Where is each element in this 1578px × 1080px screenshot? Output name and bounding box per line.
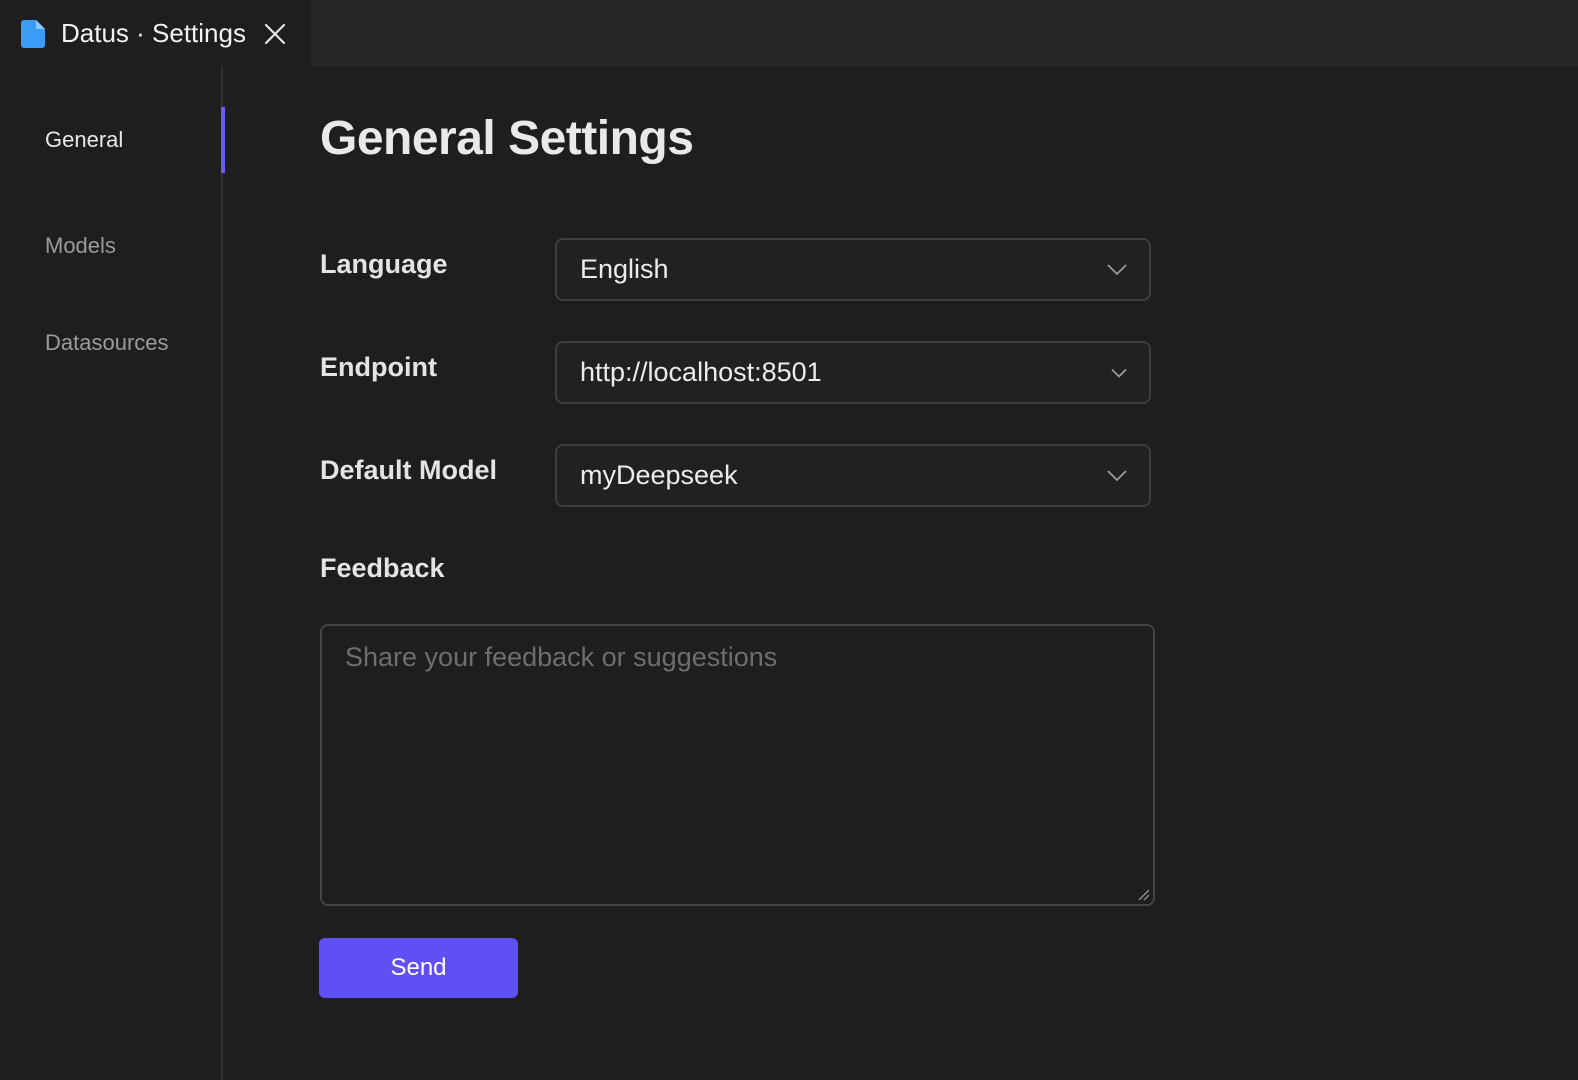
chevron-down-icon [1111, 368, 1127, 377]
language-label: Language [320, 249, 448, 279]
send-button[interactable]: Send [319, 938, 518, 998]
feedback-textarea[interactable] [322, 626, 1153, 904]
language-select[interactable]: English [555, 238, 1151, 301]
resize-handle-icon[interactable] [1136, 887, 1150, 901]
sidebar-item-label: General [45, 127, 124, 152]
settings-sidebar: General Models Datasources [0, 67, 225, 1080]
sidebar-item-label: Models [45, 233, 116, 258]
endpoint-select[interactable]: http://localhost:8501 [555, 341, 1151, 404]
tab-settings[interactable]: Datus · Settings [0, 0, 310, 67]
feedback-field [320, 624, 1155, 906]
sidebar-item-models[interactable]: Models [0, 213, 223, 279]
file-icon [21, 19, 45, 48]
sidebar-item-label: Datasources [45, 330, 169, 355]
default-model-value: myDeepseek [580, 460, 738, 490]
endpoint-label: Endpoint [320, 352, 437, 382]
default-model-select[interactable]: myDeepseek [555, 444, 1151, 507]
sidebar-item-general[interactable]: General [0, 107, 225, 173]
endpoint-value: http://localhost:8501 [580, 357, 822, 387]
tab-title: Datus · Settings [61, 18, 246, 48]
tab-bar: Datus · Settings [0, 0, 1578, 67]
chevron-down-icon [1107, 263, 1127, 276]
sidebar-item-datasources[interactable]: Datasources [0, 310, 223, 376]
chevron-down-icon [1107, 469, 1127, 482]
language-value: English [580, 254, 669, 284]
page-title: General Settings [320, 112, 694, 165]
default-model-label: Default Model [320, 455, 498, 485]
feedback-label: Feedback [320, 553, 445, 583]
close-icon[interactable] [264, 23, 286, 45]
